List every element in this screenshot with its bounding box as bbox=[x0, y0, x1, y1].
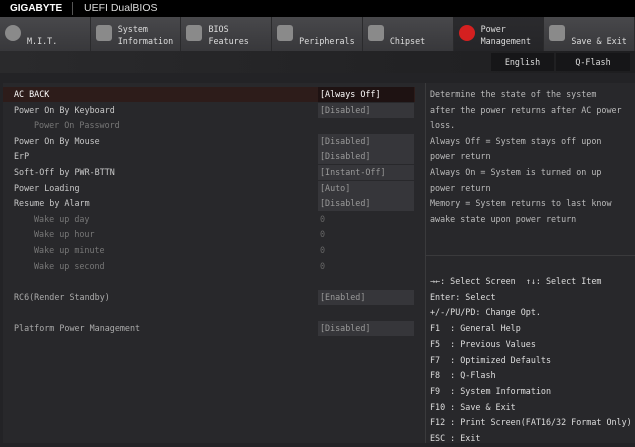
setting-row[interactable]: Power On By Keyboard [Disabled] bbox=[3, 102, 418, 118]
setting-label: Wake up second bbox=[34, 260, 105, 271]
setting-row[interactable]: RC6(Render Standby) [Enabled] bbox=[3, 289, 418, 305]
top-bar: GIGABYTE UEFI DualBIOS bbox=[0, 0, 635, 17]
tab-bios-features[interactable]: BIOS Features bbox=[181, 17, 273, 51]
setting-row[interactable]: Wake up hour 0 bbox=[3, 227, 418, 242]
setting-value: 0 bbox=[320, 260, 326, 271]
tab-m-i-t-[interactable]: M.I.T. bbox=[0, 17, 91, 51]
setting-value[interactable]: [Always Off] bbox=[318, 87, 414, 102]
setting-value[interactable]: [Disabled] bbox=[318, 149, 414, 165]
setting-label: Wake up hour bbox=[34, 229, 95, 240]
setting-label: Power On By Keyboard bbox=[14, 104, 115, 115]
tab-label: Peripherals bbox=[299, 36, 355, 46]
main-panel: AC BACK [Always Off] Power On By Keyboard [… bbox=[3, 83, 635, 443]
tab-label: Save & Exit bbox=[571, 36, 627, 46]
setting-value[interactable]: [Disabled] bbox=[318, 102, 414, 118]
setting-label: ErP bbox=[14, 151, 30, 162]
key-hint: ESC : Exit bbox=[430, 433, 481, 444]
divider bbox=[72, 2, 73, 15]
product-title: UEFI DualBIOS bbox=[84, 2, 158, 14]
setting-row[interactable]: Wake up second 0 bbox=[3, 259, 418, 274]
setting-label: RC6(Render Standby) bbox=[14, 291, 110, 302]
tab-system-information[interactable]: System Information bbox=[90, 17, 182, 51]
setting-label: Resume by Alarm bbox=[14, 198, 90, 209]
key-hint: F9 : System Information bbox=[430, 385, 552, 396]
setting-row[interactable]: Wake up minute 0 bbox=[3, 243, 418, 258]
help-line: after the power returns after AC power bbox=[430, 104, 622, 115]
bios-chip-icon bbox=[186, 25, 203, 41]
toolbar: English Q-Flash bbox=[0, 51, 635, 73]
tab-label: Chipset bbox=[389, 36, 426, 46]
help-line: loss. bbox=[430, 120, 456, 131]
key-hint: F12 : Print Screen(FAT16/32 Format Only) bbox=[430, 417, 632, 428]
key-hint: F8 : Q-Flash bbox=[430, 370, 496, 381]
setting-row[interactable]: Power On By Mouse [Disabled] bbox=[3, 133, 418, 149]
help-line: awake state upon power return bbox=[430, 213, 577, 224]
tab-power-management[interactable]: Power Management bbox=[453, 17, 545, 51]
help-line: power return bbox=[430, 151, 491, 162]
setting-value[interactable]: [Instant-Off] bbox=[318, 165, 414, 180]
tab-label: Management bbox=[480, 36, 532, 46]
setting-value[interactable]: [Enabled] bbox=[318, 289, 414, 305]
peripherals-icon bbox=[277, 25, 294, 41]
main-tabs: M.I.T. System Information BIOS Features Perip… bbox=[0, 17, 635, 51]
help-line: Determine the state of the system bbox=[430, 89, 597, 99]
key-hint: F7 : Optimized Defaults bbox=[430, 354, 552, 365]
qflash-button[interactable]: Q-Flash bbox=[556, 53, 630, 71]
tab-label: Information bbox=[117, 36, 174, 46]
setting-label: Power On Password bbox=[34, 120, 120, 131]
setting-label: Wake up minute bbox=[34, 245, 105, 255]
tab-peripherals[interactable]: Peripherals bbox=[272, 17, 363, 51]
chipset-icon bbox=[367, 25, 384, 41]
setting-value[interactable]: [Disabled] bbox=[318, 133, 414, 149]
setting-label: Soft-Off by PWR-BTTN bbox=[14, 167, 115, 177]
setting-label: Power On By Mouse bbox=[14, 135, 100, 146]
english-button[interactable]: English bbox=[491, 53, 554, 71]
gear-icon bbox=[95, 25, 112, 41]
divider bbox=[426, 255, 635, 256]
key-hint: +/-/PU/PD: Change Opt. bbox=[430, 307, 541, 318]
key-hint: Enter: Select bbox=[430, 291, 496, 302]
tab-label-line1: BIOS bbox=[208, 24, 229, 34]
setting-row[interactable]: Resume by Alarm [Disabled] bbox=[3, 196, 418, 212]
setting-row[interactable]: Wake up day 0 bbox=[3, 212, 418, 227]
help-line: Always On = System is turned on up bbox=[430, 166, 602, 177]
tab-label-line1: System bbox=[117, 24, 148, 34]
help-text: Determine the state of the system after t… bbox=[430, 87, 622, 227]
power-bolt-icon bbox=[458, 25, 475, 41]
gigabyte-logo: GIGABYTE bbox=[10, 3, 63, 14]
help-panel: Determine the state of the system after t… bbox=[425, 83, 635, 443]
tab-chipset[interactable]: Chipset bbox=[362, 17, 454, 51]
key-hint: F10 : Save & Exit bbox=[430, 401, 516, 412]
setting-row[interactable]: Platform Power Management [Disabled] bbox=[3, 321, 418, 336]
setting-value[interactable]: [Auto] bbox=[318, 180, 414, 196]
setting-row[interactable]: Power On Password bbox=[3, 118, 418, 133]
setting-row[interactable]: AC BACK [Always Off] bbox=[3, 87, 415, 102]
setting-label: AC BACK bbox=[14, 89, 50, 99]
help-line: power return bbox=[430, 182, 491, 193]
setting-value[interactable]: [Disabled] bbox=[318, 196, 414, 212]
key-legend: →←: Select Screen ↑↓: Select Item Enter: … bbox=[430, 274, 632, 447]
setting-label: Platform Power Management bbox=[14, 323, 141, 333]
help-line: Memory = System returns to last know bbox=[430, 198, 612, 209]
key-hint: F5 : Previous Values bbox=[430, 338, 536, 349]
key-hint: →←: Select Screen ↑↓: Select Item bbox=[430, 276, 602, 286]
tab-label: Features bbox=[208, 36, 249, 46]
setting-value: 0 bbox=[320, 213, 326, 224]
help-line: Always Off = System stays off upon bbox=[430, 135, 602, 146]
setting-label: Wake up day bbox=[34, 213, 90, 224]
tab-save-exit[interactable]: Save & Exit bbox=[544, 17, 635, 51]
settings-list: AC BACK [Always Off] Power On By Keyboard [… bbox=[3, 83, 423, 443]
setting-label: Power Loading bbox=[14, 182, 80, 193]
exit-door-icon bbox=[549, 25, 566, 41]
setting-row[interactable]: Soft-Off by PWR-BTTN [Instant-Off] bbox=[3, 165, 418, 180]
setting-value[interactable]: [Disabled] bbox=[318, 321, 414, 336]
setting-row[interactable]: ErP [Disabled] bbox=[3, 149, 418, 165]
setting-value: 0 bbox=[320, 245, 326, 255]
tab-label-line1: Power bbox=[480, 24, 506, 34]
key-hint: F1 : General Help bbox=[430, 323, 521, 334]
setting-value: 0 bbox=[320, 229, 326, 240]
setting-row[interactable]: Power Loading [Auto] bbox=[3, 180, 418, 196]
disc-icon bbox=[5, 25, 21, 41]
tab-label: M.I.T. bbox=[27, 36, 58, 46]
